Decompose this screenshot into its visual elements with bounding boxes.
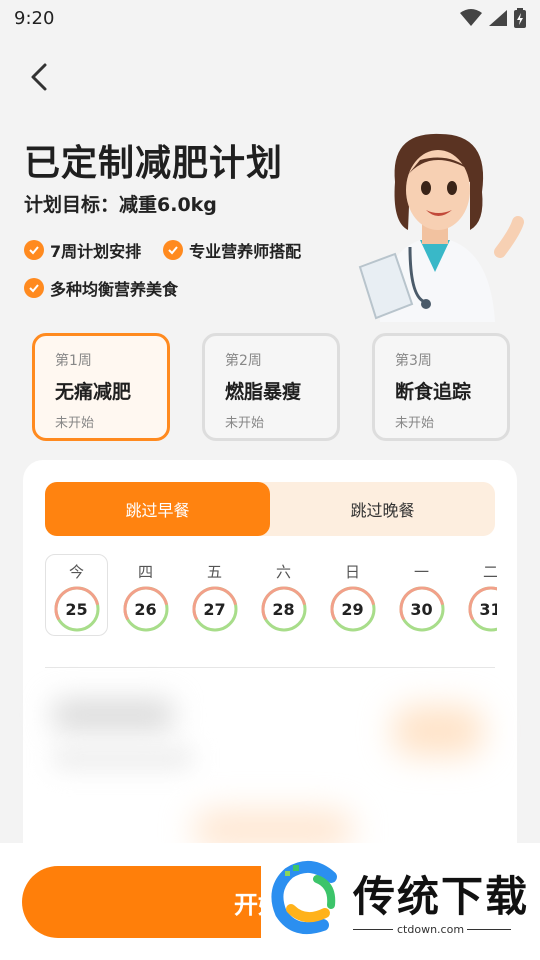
- weekday-label: 五: [206, 563, 222, 581]
- back-button[interactable]: [22, 60, 56, 94]
- day-date: 28: [272, 599, 295, 619]
- status-bar: 9:20: [0, 0, 540, 36]
- progress-ring: 25: [53, 585, 101, 633]
- feature-item: 专业营养师搭配: [163, 238, 301, 262]
- feature-item: 多种均衡营养美食: [24, 276, 178, 300]
- day-date: 26: [134, 599, 157, 619]
- weekday-label: 日: [344, 563, 360, 581]
- day-date: 25: [65, 599, 88, 619]
- week-status: 未开始: [55, 416, 95, 431]
- blurred-content: [393, 706, 483, 756]
- feature-item: 7周计划安排: [24, 238, 141, 262]
- watermark-rule: [353, 929, 393, 930]
- day-date: 27: [203, 599, 226, 619]
- week-title: 无痛减肥: [55, 381, 132, 403]
- signal-icon: [489, 10, 507, 26]
- meal-segment-control: 跳过早餐 跳过晚餐: [45, 482, 495, 536]
- check-icon: [24, 278, 44, 298]
- weekday-label: 今: [68, 563, 84, 581]
- skip-dinner-tab[interactable]: 跳过晚餐: [270, 482, 495, 536]
- status-time: 9:20: [14, 7, 55, 29]
- check-icon: [24, 240, 44, 260]
- weekday-label: 六: [275, 563, 291, 581]
- battery-icon: [514, 8, 526, 28]
- day-date: 31: [479, 599, 497, 619]
- weekday-label: 一: [413, 563, 429, 581]
- status-icons: [460, 8, 526, 28]
- week-card-1[interactable]: 第1周 无痛减肥 未开始: [32, 333, 170, 441]
- back-arrow-icon: [31, 63, 47, 91]
- week-status: 未开始: [225, 416, 265, 431]
- blurred-content: [53, 748, 193, 768]
- progress-ring: 31: [467, 585, 497, 633]
- doctor-illustration: [358, 133, 524, 322]
- watermark-text: 传统下载: [353, 872, 530, 921]
- blurred-content: [53, 700, 173, 730]
- day-item[interactable]: 五 27: [183, 554, 246, 636]
- feature-list: 7周计划安排 专业营养师搭配 多种均衡营养美食: [24, 238, 344, 300]
- day-item[interactable]: 日 29: [321, 554, 384, 636]
- progress-ring: 28: [260, 585, 308, 633]
- feature-label: 多种均衡营养美食: [50, 280, 179, 299]
- watermark-logo: [271, 861, 337, 934]
- week-number: 第2周: [225, 353, 262, 369]
- week-card-3[interactable]: 第3周 断食追踪 未开始: [372, 333, 510, 441]
- progress-ring: 29: [329, 585, 377, 633]
- check-icon: [163, 240, 184, 260]
- watermark-url: ctdown.com: [397, 923, 465, 936]
- week-number: 第1周: [55, 353, 92, 369]
- day-date: 29: [341, 599, 364, 619]
- skip-breakfast-tab[interactable]: 跳过早餐: [45, 482, 270, 536]
- progress-ring: 26: [122, 585, 170, 633]
- watermark: 传统下载 ctdown.com: [261, 843, 540, 939]
- week-title: 断食追踪: [395, 381, 472, 403]
- day-strip[interactable]: 今 25 四 26 五 27 六 28 日 29 一 30 二 31: [45, 554, 497, 636]
- day-item[interactable]: 一 30: [390, 554, 453, 636]
- plan-goal: 计划目标：减重6.0kg: [24, 194, 217, 216]
- plan-title: 已定制减肥计划: [24, 143, 284, 184]
- week-status: 未开始: [395, 416, 435, 431]
- week-title: 燃脂暴瘦: [225, 381, 302, 403]
- day-item[interactable]: 今 25: [45, 554, 108, 636]
- day-item[interactable]: 六 28: [252, 554, 315, 636]
- weekday-label: 四: [137, 563, 153, 581]
- day-date: 30: [410, 599, 433, 619]
- day-item[interactable]: 二 31: [459, 554, 497, 636]
- week-number: 第3周: [395, 353, 432, 369]
- feature-label: 7周计划安排: [50, 242, 142, 261]
- week-card-2[interactable]: 第2周 燃脂暴瘦 未开始: [202, 333, 340, 441]
- divider: [45, 667, 495, 668]
- progress-ring: 27: [191, 585, 239, 633]
- progress-ring: 30: [398, 585, 446, 633]
- weekday-label: 二: [482, 563, 497, 581]
- wifi-icon: [460, 9, 482, 26]
- day-item[interactable]: 四 26: [114, 554, 177, 636]
- week-cards: 第1周 无痛减肥 未开始 第2周 燃脂暴瘦 未开始 第3周 断食追踪 未开始: [32, 333, 510, 441]
- feature-label: 专业营养师搭配: [189, 242, 302, 261]
- watermark-rule: [467, 929, 511, 930]
